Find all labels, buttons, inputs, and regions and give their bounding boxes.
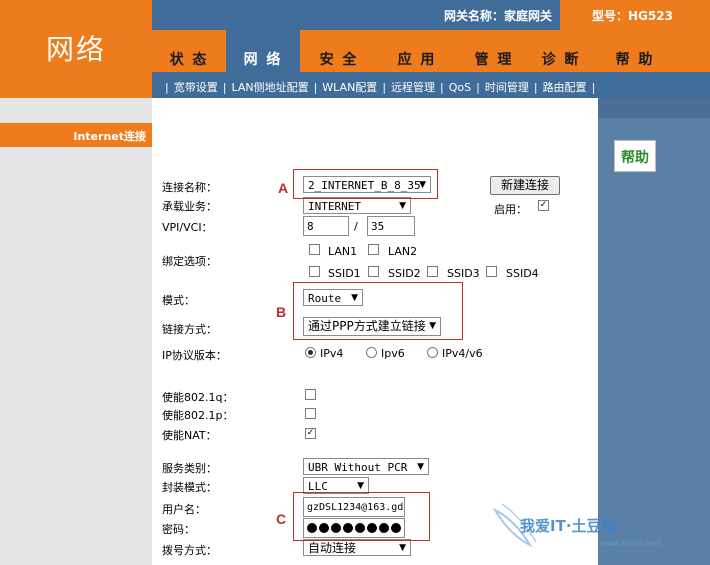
chevron-down-icon: ▼: [399, 543, 406, 553]
service-label: 承载业务：: [162, 200, 217, 213]
vpi-vci-label: VPI/VCI：: [162, 221, 213, 234]
nat-label: 使能NAT：: [162, 429, 217, 442]
bind-ssid3-checkbox[interactable]: [427, 266, 438, 277]
bind-lan2-checkbox[interactable]: [368, 244, 379, 255]
enable-checkbox[interactable]: ✓: [538, 200, 549, 211]
q8021-checkbox[interactable]: [305, 389, 316, 400]
dial-value: 自动连接: [308, 541, 357, 555]
watermark-text: 我爱IT·土豆兔: [520, 517, 617, 535]
bind-ssid3-label: SSID3: [447, 267, 480, 280]
service-class-label: 服务类别：: [162, 462, 217, 475]
gateway-name: 网关名称：家庭网关: [444, 9, 553, 23]
service-value: INTERNET: [308, 200, 361, 213]
annotation-label-b: B: [276, 304, 287, 320]
sub-nav-links: | 宽带设置 | LAN侧地址配置 | WLAN配置 | 远程管理 | QoS | 时间管理 | 路由配置…: [165, 81, 596, 94]
p8021-label: 使能802.1p：: [162, 409, 234, 422]
bind-ssid4-checkbox[interactable]: [486, 266, 497, 277]
annotation-box-b: [293, 282, 463, 340]
bind-lan1-label: LAN1: [328, 245, 358, 258]
ip-version-label: IP协议版本：: [162, 349, 227, 362]
bind-ssid2-label: SSID2: [388, 267, 421, 280]
tab-status[interactable]: 状 态: [152, 30, 226, 72]
p8021-checkbox[interactable]: [305, 408, 316, 419]
bind-ssid4-label: SSID4: [506, 267, 539, 280]
bind-ssid2-checkbox[interactable]: [368, 266, 379, 277]
vpi-input[interactable]: 8: [303, 216, 349, 236]
ipv6-radio[interactable]: [366, 347, 377, 358]
dial-label: 拨号方式：: [162, 544, 217, 557]
subnav-time[interactable]: 时间管理: [485, 81, 529, 94]
service-select[interactable]: INTERNET ▼: [303, 197, 411, 214]
vci-input[interactable]: 35: [367, 216, 415, 236]
subnav-qos[interactable]: QoS: [449, 81, 471, 94]
tab-diagnose[interactable]: 诊 断: [532, 30, 590, 72]
enable-label: 启用：: [494, 203, 527, 216]
vpi-separator: /: [354, 220, 358, 233]
ipv4-label: IPv4: [320, 347, 344, 360]
tab-help[interactable]: 帮 助: [600, 30, 670, 72]
ipv4v6-label: IPv4/v6: [442, 347, 483, 360]
ipv4v6-radio[interactable]: [427, 347, 438, 358]
dial-select[interactable]: 自动连接 ▼: [303, 539, 411, 556]
bind-label: 绑定选项：: [162, 255, 217, 268]
service-class-value: UBR Without PCR: [308, 461, 408, 474]
left-sidebar: [0, 98, 152, 565]
bind-lan1-checkbox[interactable]: [309, 244, 320, 255]
ipv4-radio[interactable]: [305, 347, 316, 358]
subnav-broadband[interactable]: 宽带设置: [174, 81, 218, 94]
password-label: 密码：: [162, 523, 195, 536]
link-label: 链接方式：: [162, 323, 217, 336]
username-label: 用户名：: [162, 503, 206, 516]
bind-lan2-label: LAN2: [388, 245, 418, 258]
q8021-label: 使能802.1q：: [162, 391, 234, 404]
encap-label: 封装模式：: [162, 481, 217, 494]
tab-network[interactable]: 网 络: [226, 30, 300, 72]
annotation-label-a: A: [278, 180, 289, 196]
chevron-down-icon: ▼: [417, 462, 424, 472]
annotation-box-a: [293, 169, 438, 199]
chevron-down-icon: ▼: [399, 201, 406, 211]
tab-security[interactable]: 安 全: [300, 30, 378, 72]
sub-nav-separator: |: [165, 81, 169, 94]
logo-text: 网络: [45, 33, 106, 66]
watermark-url: www.tobto.com: [600, 539, 663, 548]
service-class-select[interactable]: UBR Without PCR ▼: [303, 458, 429, 475]
help-panel-top: [598, 98, 710, 118]
subnav-lan[interactable]: LAN侧地址配置: [231, 81, 308, 94]
annotation-box-c: [293, 492, 430, 541]
sidebar-item-label: Internet连接: [73, 130, 146, 143]
ipv6-label: Ipv6: [381, 347, 405, 360]
subnav-remote[interactable]: 远程管理: [391, 81, 435, 94]
tab-management[interactable]: 管 理: [456, 30, 532, 72]
nat-checkbox[interactable]: ✓: [305, 428, 316, 439]
annotation-label-c: C: [276, 511, 287, 527]
bind-ssid1-checkbox[interactable]: [309, 266, 320, 277]
subnav-wlan[interactable]: WLAN配置: [322, 81, 377, 94]
new-connection-button[interactable]: 新建连接: [490, 176, 560, 195]
mode-label: 模式：: [162, 294, 195, 307]
conn-name-label: 连接名称：: [162, 181, 217, 194]
subnav-route[interactable]: 路由配置: [543, 81, 587, 94]
help-title: 帮助: [621, 150, 649, 166]
model-label: 型号：HG523: [592, 9, 673, 23]
bind-ssid1-label: SSID1: [328, 267, 361, 280]
tab-application[interactable]: 应 用: [378, 30, 456, 72]
